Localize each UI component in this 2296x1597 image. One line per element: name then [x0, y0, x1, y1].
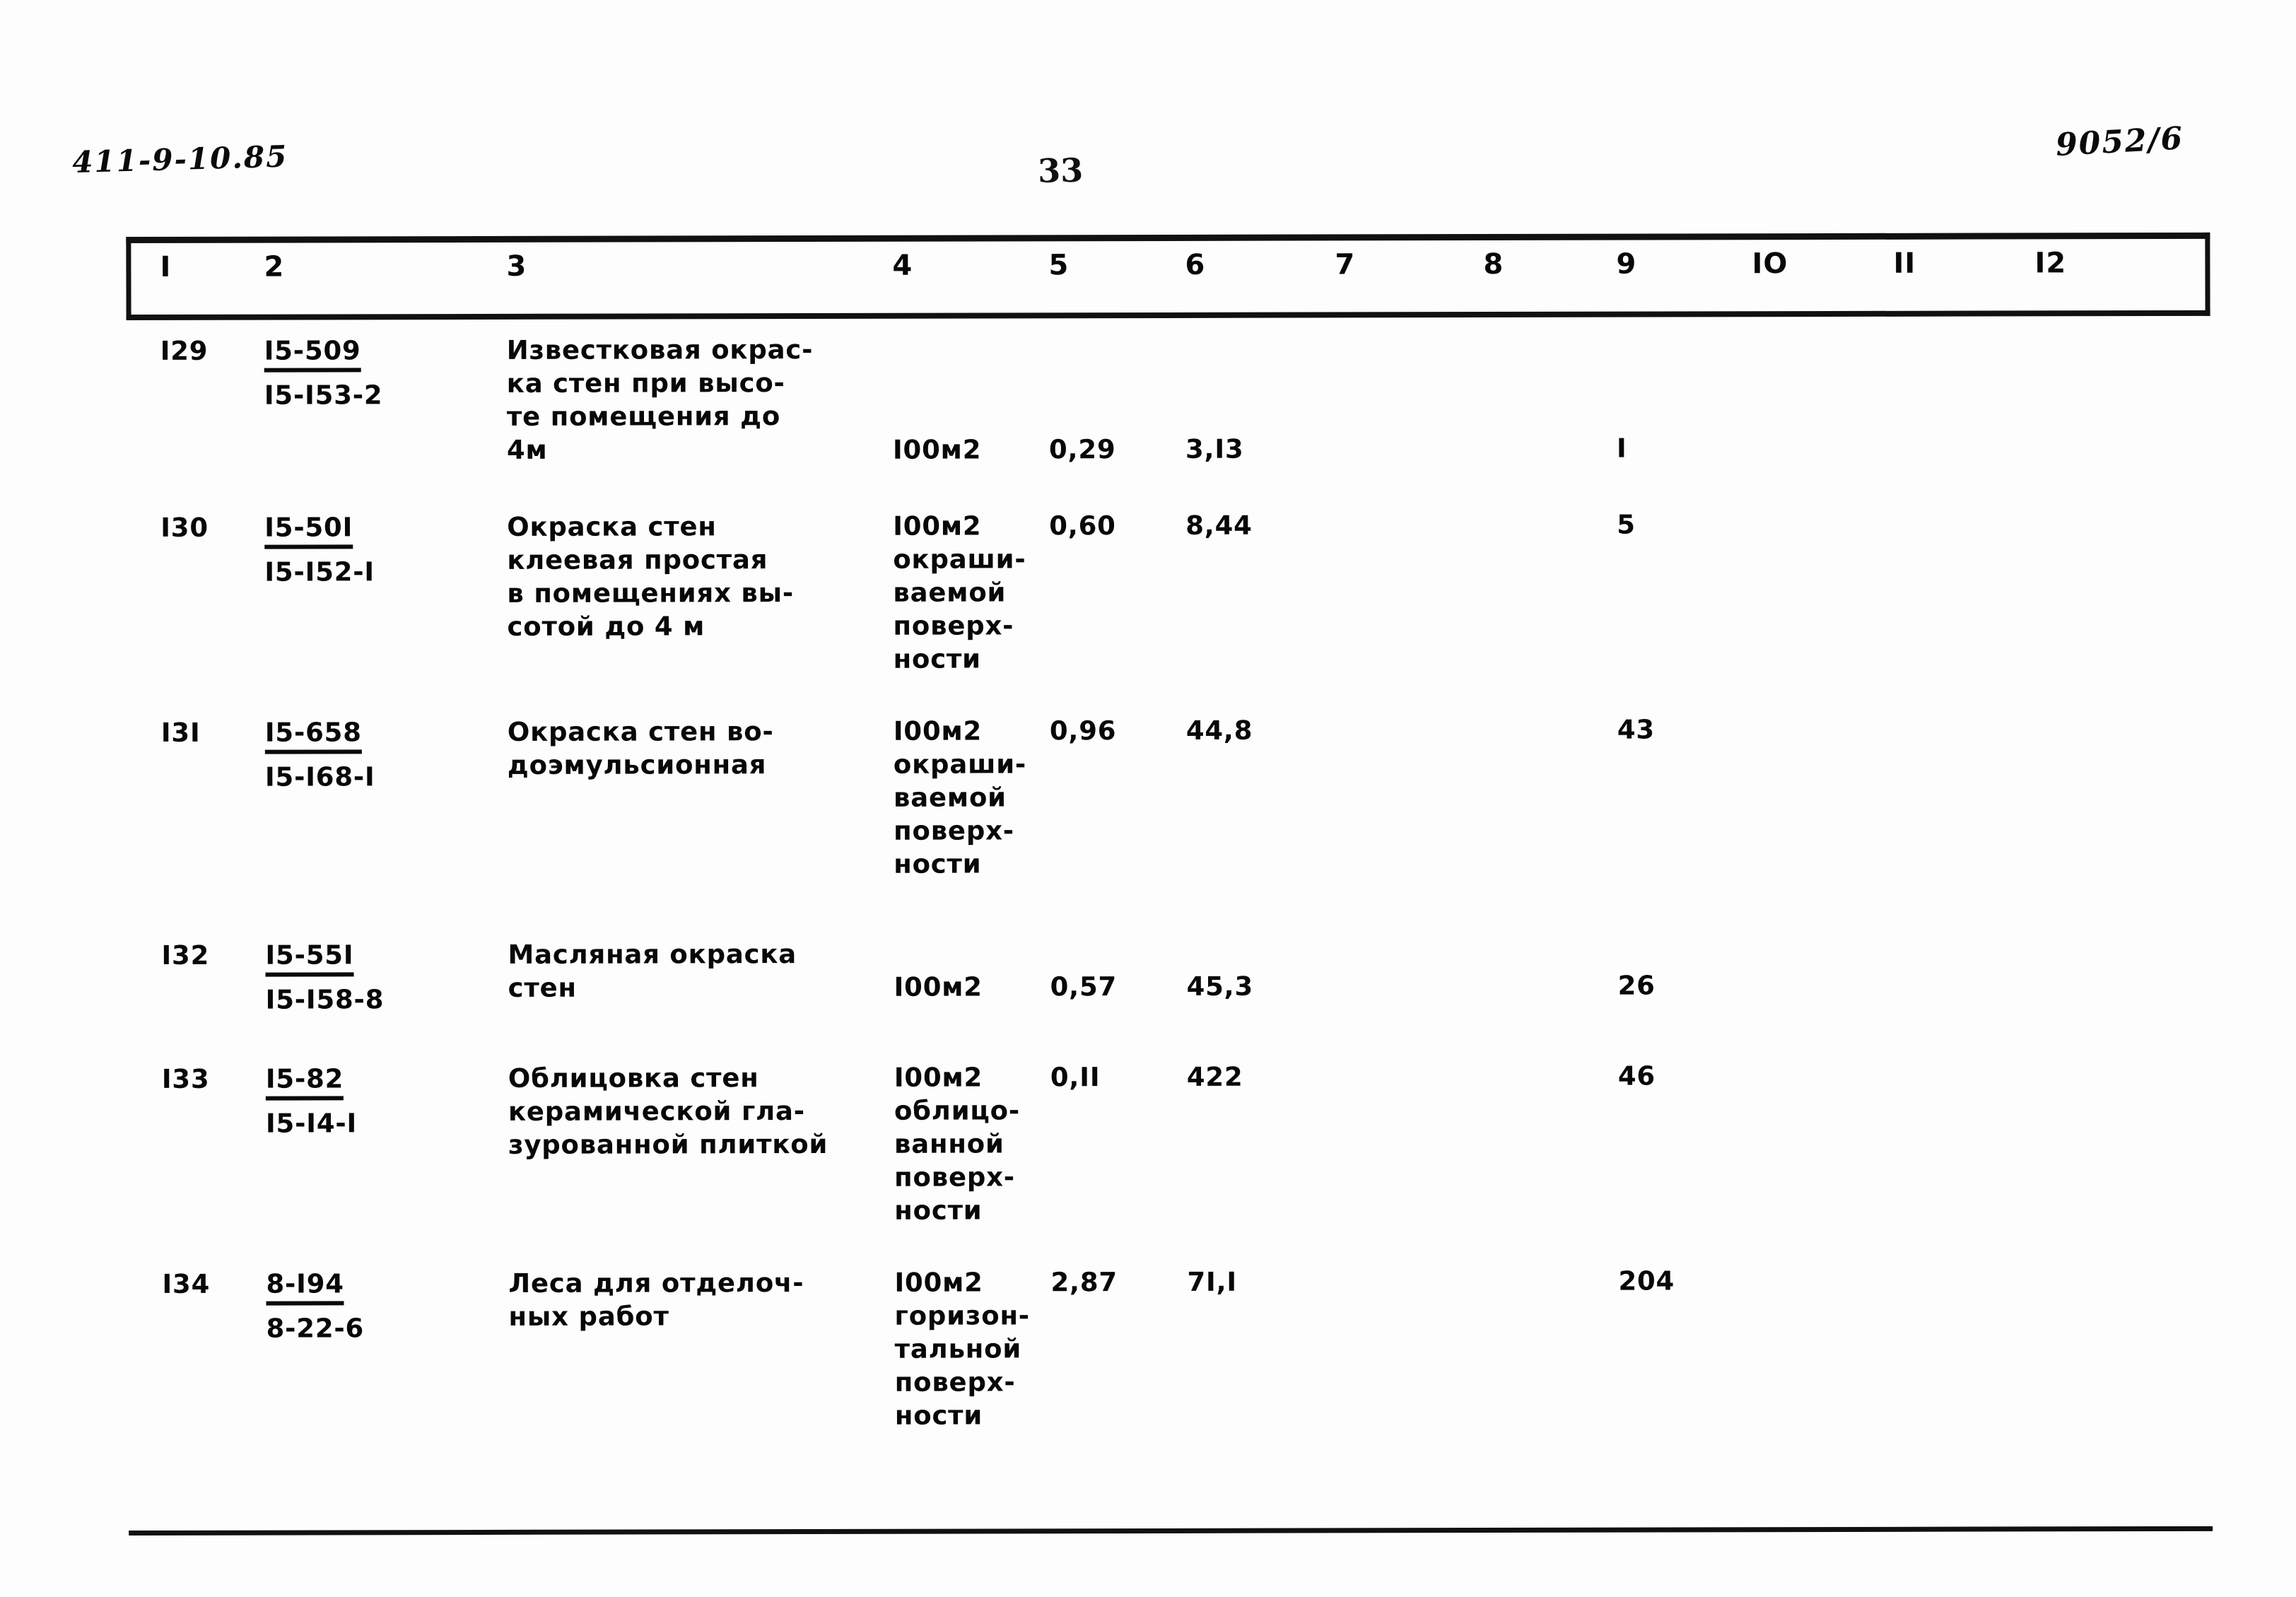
cell-work-description: Известковая окрас- ка стен при высо- те …: [507, 333, 882, 467]
cell-item-number: I33: [162, 1063, 247, 1096]
cell-norm-code: I5-55I I5-I58-8: [265, 938, 428, 1016]
cell-unit-of-measure: I00м2окраши- ваемой поверх- ности: [894, 714, 1035, 880]
cell-total-cost: I: [1617, 431, 1744, 464]
cell-total-cost: 46: [1618, 1059, 1745, 1092]
norm-code-denominator: I5-I4-I: [266, 1106, 428, 1140]
cell-quantity: 0,96: [1050, 714, 1170, 747]
cell-unit-of-measure: I00м2облицо- ванной поверх- ности: [894, 1060, 1036, 1227]
table-row: I3II5-658I5-I68-IОкраска стен во- доэмул…: [0, 712, 2296, 717]
unit-sub: окраши- ваемой поверх- ности: [893, 542, 1034, 675]
cell-norm-code: I5-82 I5-I4-I: [266, 1062, 428, 1140]
norm-code-numerator: 8-I94: [266, 1267, 344, 1305]
cell-unit-price: 8,44: [1185, 508, 1327, 542]
cell-unit-price: 7I,I: [1187, 1265, 1328, 1298]
column-header-2: 2: [264, 251, 284, 283]
cell-work-description: Облицовка стен керамической гла- зурован…: [508, 1061, 883, 1162]
cell-work-description: Окраска стен во- доэмульсионная: [508, 715, 882, 782]
unit-main: I00м2: [893, 433, 1034, 466]
column-header-9: 9: [1616, 248, 1636, 281]
cell-quantity: 0,II: [1050, 1060, 1171, 1094]
document-code-handwritten: 411-9-10.85: [71, 139, 288, 180]
unit-sub: горизон- тальной поверх- ности: [894, 1299, 1036, 1432]
column-header-5: 5: [1048, 249, 1069, 281]
table-body: I29I5-509I5-I53-2Известковая окрас- ка с…: [0, 330, 2295, 335]
table-header-rule: [127, 310, 2210, 320]
norm-code-denominator: I5-I58-8: [266, 983, 428, 1016]
norm-code-denominator: I5-I53-2: [264, 378, 427, 411]
cell-work-description: Масляная окраска стен: [508, 937, 882, 1005]
norm-code-numerator: I5-50I: [264, 510, 353, 549]
column-header-12: I2: [2034, 247, 2066, 279]
cell-norm-code: I5-658 I5-I68-I: [265, 715, 428, 793]
cell-quantity: 2,87: [1050, 1265, 1171, 1299]
cell-total-cost: 204: [1618, 1264, 1745, 1297]
cell-norm-code: I5-509 I5-I53-2: [264, 334, 427, 411]
table-bottom-rule: [129, 1526, 2213, 1535]
unit-main: I00м2: [894, 1060, 1036, 1094]
unit-sub: облицо- ванной поверх- ности: [894, 1094, 1036, 1227]
norm-code-denominator: I5-I68-I: [265, 760, 428, 793]
norm-code-numerator: I5-509: [264, 334, 361, 372]
scanned-page: 411-9-10.85 9052/6 33 I23456789IOIII2 I2…: [0, 0, 2296, 1595]
column-header-4: 4: [892, 250, 913, 282]
column-header-8: 8: [1483, 248, 1504, 281]
cell-item-number: I3I: [161, 716, 246, 749]
column-header-3: 3: [506, 250, 527, 283]
cell-unit-price: 44,8: [1186, 713, 1328, 747]
column-header-1: I: [160, 251, 171, 283]
cell-unit-of-measure: I00м2окраши- ваемой поверх- ности: [893, 509, 1034, 675]
table-row: I348-I948-22-6Леса для отделоч- ных рабо…: [1, 1263, 2296, 1268]
cell-total-cost: 43: [1617, 713, 1745, 746]
cell-unit-of-measure: I00м2: [894, 970, 1036, 1003]
table-row: I32I5-55II5-I58-8Масляная окраска стенI0…: [0, 935, 2296, 940]
column-header-11: II: [1893, 247, 1916, 280]
cell-norm-code: 8-I94 8-22-6: [266, 1267, 428, 1345]
cell-unit-of-measure: I00м2: [893, 433, 1034, 466]
cell-unit-price: 422: [1187, 1060, 1328, 1093]
unit-main: I00м2: [894, 714, 1035, 747]
column-header-10: IO: [1752, 247, 1788, 280]
norm-code-numerator: I5-658: [265, 715, 362, 754]
cell-quantity: 0,29: [1049, 433, 1169, 466]
cell-unit-of-measure: I00м2горизон- тальной поверх- ности: [894, 1265, 1036, 1432]
cell-work-description: Леса для отделоч- ных работ: [508, 1266, 883, 1333]
cell-unit-price: 3,I3: [1185, 432, 1327, 465]
norm-code-denominator: 8-22-6: [266, 1311, 429, 1345]
page-number: 33: [1038, 151, 1084, 190]
table-row: I33I5-82I5-I4-IОблицовка стен керамическ…: [1, 1058, 2296, 1063]
table-row: I29I5-509I5-I53-2Известковая окрас- ка с…: [0, 330, 2295, 335]
cell-total-cost: 5: [1617, 508, 1744, 541]
cell-item-number: I30: [160, 511, 245, 544]
sheet-code-handwritten: 9052/6: [2055, 120, 2185, 163]
norm-code-numerator: I5-55I: [265, 938, 353, 976]
cell-work-description: Окраска стен клеевая простая в помещения…: [507, 510, 882, 643]
cell-total-cost: 26: [1618, 969, 1745, 1002]
column-header-6: 6: [1185, 249, 1205, 281]
table-row: I30I5-50II5-I52-IОкраска стен клеевая пр…: [0, 507, 2295, 512]
cell-item-number: I32: [161, 939, 246, 972]
cell-item-number: I29: [160, 334, 245, 368]
table-top-rule: [126, 233, 2210, 243]
norm-code-numerator: I5-82: [266, 1062, 344, 1100]
unit-main: I00м2: [894, 1265, 1036, 1299]
cell-quantity: 0,60: [1049, 509, 1169, 542]
column-header-7: 7: [1335, 248, 1355, 281]
cell-item-number: I34: [162, 1268, 247, 1301]
norm-code-denominator: I5-I52-I: [264, 555, 427, 588]
unit-main: I00м2: [894, 970, 1036, 1003]
cell-quantity: 0,57: [1050, 970, 1171, 1003]
unit-main: I00м2: [893, 509, 1034, 542]
cell-unit-price: 45,3: [1187, 969, 1328, 1002]
cell-norm-code: I5-50I I5-I52-I: [264, 510, 427, 588]
unit-sub: окраши- ваемой поверх- ности: [894, 747, 1035, 880]
table-column-header-row: I23456789IOIII2: [0, 247, 2295, 311]
